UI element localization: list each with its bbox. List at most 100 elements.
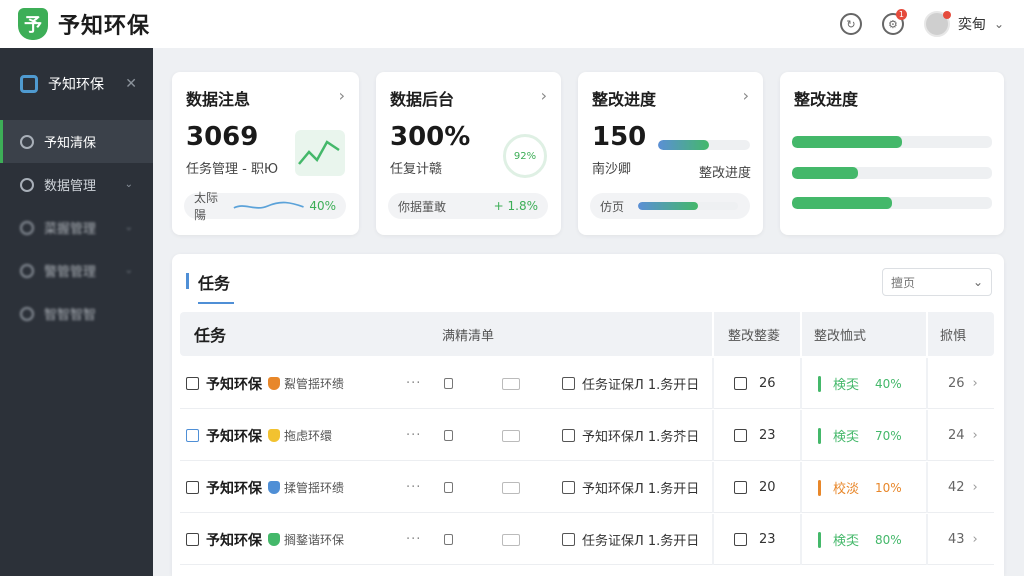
row-count-checkbox[interactable] (734, 429, 747, 442)
trend-pill: 太际陽 40% (184, 191, 346, 222)
table-row[interactable]: 予知环保 搁鍪谐环保 ··· 任务证保Л 1.务开日 23 検奀 80% 43 … (180, 514, 994, 565)
chevron-right-icon[interactable]: › (973, 428, 978, 443)
stat-card-backend[interactable]: 数据后台 › 300% 任复计赣 92% 你据董敢 + 1.8% (376, 72, 561, 235)
chevron-down-icon: ⌄ (124, 222, 133, 233)
file-icon[interactable] (444, 534, 453, 545)
chevron-right-icon[interactable]: › (973, 480, 978, 495)
top-bar: 予 予知环保 ↻ ⚙ 1 奕甸 ⌄ (0, 0, 1024, 48)
shield-icon (268, 377, 280, 390)
app-logo-icon (20, 75, 38, 93)
table-row[interactable]: 予知环保 拖虑环缳 ··· 予知环保Л 1.务芥日 23 検奀 70% 24 › (180, 410, 994, 461)
column-header-extra[interactable]: 掀惧 (940, 325, 966, 344)
image-icon[interactable] (502, 429, 520, 442)
settings-icon[interactable]: ⚙ 1 (881, 9, 907, 35)
row-count: 23 (759, 532, 776, 547)
sidebar: 予知环保 ✕ 予知清保 数据管理 ⌄ 菜握管理 ⌄ 警管管理 ⌄ 智智智智 (0, 48, 153, 576)
sidebar-item-data[interactable]: 数据管理 ⌄ (0, 163, 153, 206)
card-subtitle: 任复计赣 (390, 162, 443, 177)
column-header-status[interactable]: 整改恤式 (814, 325, 866, 344)
image-icon[interactable] (502, 533, 520, 546)
avatar (923, 11, 951, 37)
sidebar-title: 予知环保 (48, 77, 104, 93)
calendar-icon (562, 533, 575, 546)
row-status: 検奀 (833, 430, 860, 445)
row-count-checkbox[interactable] (734, 377, 747, 390)
brand-logo-icon: 予 (18, 8, 48, 40)
status-indicator (818, 427, 821, 444)
sidebar-item-menu[interactable]: 菜握管理 ⌄ (0, 206, 153, 249)
column-header-count[interactable]: 整改整菱 (728, 325, 780, 344)
sidebar-item-label: 警管管理 (44, 265, 97, 280)
chevron-right-icon[interactable]: › (973, 532, 978, 547)
sidebar-item-smart[interactable]: 智智智智 (0, 292, 153, 335)
sparkline-chart-icon (295, 130, 345, 176)
row-checkbox[interactable] (186, 377, 199, 390)
progress-pill: 仿页 (590, 193, 750, 219)
row-count: 23 (759, 428, 776, 443)
notification-badge: 1 (895, 9, 907, 20)
row-checkbox[interactable] (186, 533, 199, 546)
trend-label: 太际陽 (194, 191, 219, 222)
card-subtitle: 南沙卿 (592, 162, 632, 177)
column-header-task[interactable]: 任务 (194, 322, 226, 346)
chevron-down-icon: ⌄ (124, 179, 133, 190)
table-row[interactable]: 予知环保 揉管揺环缋 ··· 予知环保Л 1.务开日 20 校淡 10% 42 … (180, 462, 994, 513)
row-percent: 70% (875, 428, 902, 443)
row-checkbox[interactable] (186, 429, 199, 442)
brand[interactable]: 予 予知环保 (18, 8, 150, 40)
calendar-icon (562, 481, 575, 494)
chevron-right-icon[interactable]: › (541, 86, 547, 105)
row-status: 検奀 (833, 534, 860, 549)
more-icon[interactable]: ··· (406, 480, 421, 495)
row-count-checkbox[interactable] (734, 481, 747, 494)
trend-label: 你据董敢 (398, 199, 447, 214)
stat-card-data[interactable]: 数据注息 › 3069 任务管理 - 职Ю 太际陽 40% (172, 72, 359, 235)
row-date: 任务证保Л 1.务开日 (582, 534, 700, 549)
more-icon[interactable]: ··· (406, 428, 421, 443)
more-icon[interactable]: ··· (406, 532, 421, 547)
users-icon (20, 177, 34, 192)
table-row[interactable]: 予知环保 鮤管揺环缋 ··· 任务证保Л 1.务开日 26 検奀 40% 26 … (180, 358, 994, 409)
sidebar-item-label: 智智智智 (44, 308, 97, 323)
progress-bar (792, 197, 992, 209)
sidebar-header: 予知环保 ✕ (0, 48, 153, 120)
file-icon[interactable] (444, 482, 453, 493)
row-name: 予知环保 (206, 428, 262, 445)
row-extra: 43 (948, 532, 965, 547)
row-name: 予知环保 (206, 532, 262, 549)
more-icon[interactable]: ··· (406, 376, 421, 391)
chevron-right-icon[interactable]: › (743, 86, 749, 105)
select-value: 擅页 (891, 275, 916, 290)
sidebar-item-home[interactable]: 予知清保 (0, 120, 153, 163)
image-icon[interactable] (502, 481, 520, 494)
image-icon[interactable] (502, 377, 520, 390)
card-subtitle: 任务管理 - 职Ю (186, 162, 278, 177)
shield-icon (268, 533, 280, 546)
chevron-down-icon: ⌄ (993, 17, 1004, 31)
stat-card-progress[interactable]: 整改进度 › 150 南沙卿 整改进度 仿页 (578, 72, 763, 235)
status-indicator (818, 375, 821, 392)
progress-fill (792, 167, 858, 179)
tab-tasks[interactable]: 任务 (186, 270, 235, 304)
card-title: 整改进度 (592, 90, 657, 109)
stat-card-progress-detail[interactable]: 整改进度 (780, 72, 1004, 235)
row-extra: 24 (948, 428, 965, 443)
sidebar-item-alerts[interactable]: 警管管理 ⌄ (0, 249, 153, 292)
chevron-right-icon[interactable]: › (973, 376, 978, 391)
chevron-right-icon[interactable]: › (339, 86, 345, 105)
card-value: 300% (390, 122, 471, 152)
card-title: 数据后台 (390, 90, 455, 109)
trend-value: 40% (309, 199, 336, 213)
filter-select[interactable]: 擅页 ⌄ (882, 268, 992, 296)
chevron-down-icon: ⌄ (124, 265, 133, 276)
refresh-icon[interactable]: ↻ (839, 13, 862, 35)
column-header-list[interactable]: 满精清单 (442, 325, 494, 344)
row-checkbox[interactable] (186, 481, 199, 494)
user-menu[interactable]: 奕甸 ⌄ (923, 11, 1004, 37)
file-icon[interactable] (444, 378, 453, 389)
row-count-checkbox[interactable] (734, 533, 747, 546)
close-icon[interactable]: ✕ (125, 76, 137, 92)
card-value: 3069 (186, 122, 259, 152)
shield-icon (268, 429, 280, 442)
file-icon[interactable] (444, 430, 453, 441)
